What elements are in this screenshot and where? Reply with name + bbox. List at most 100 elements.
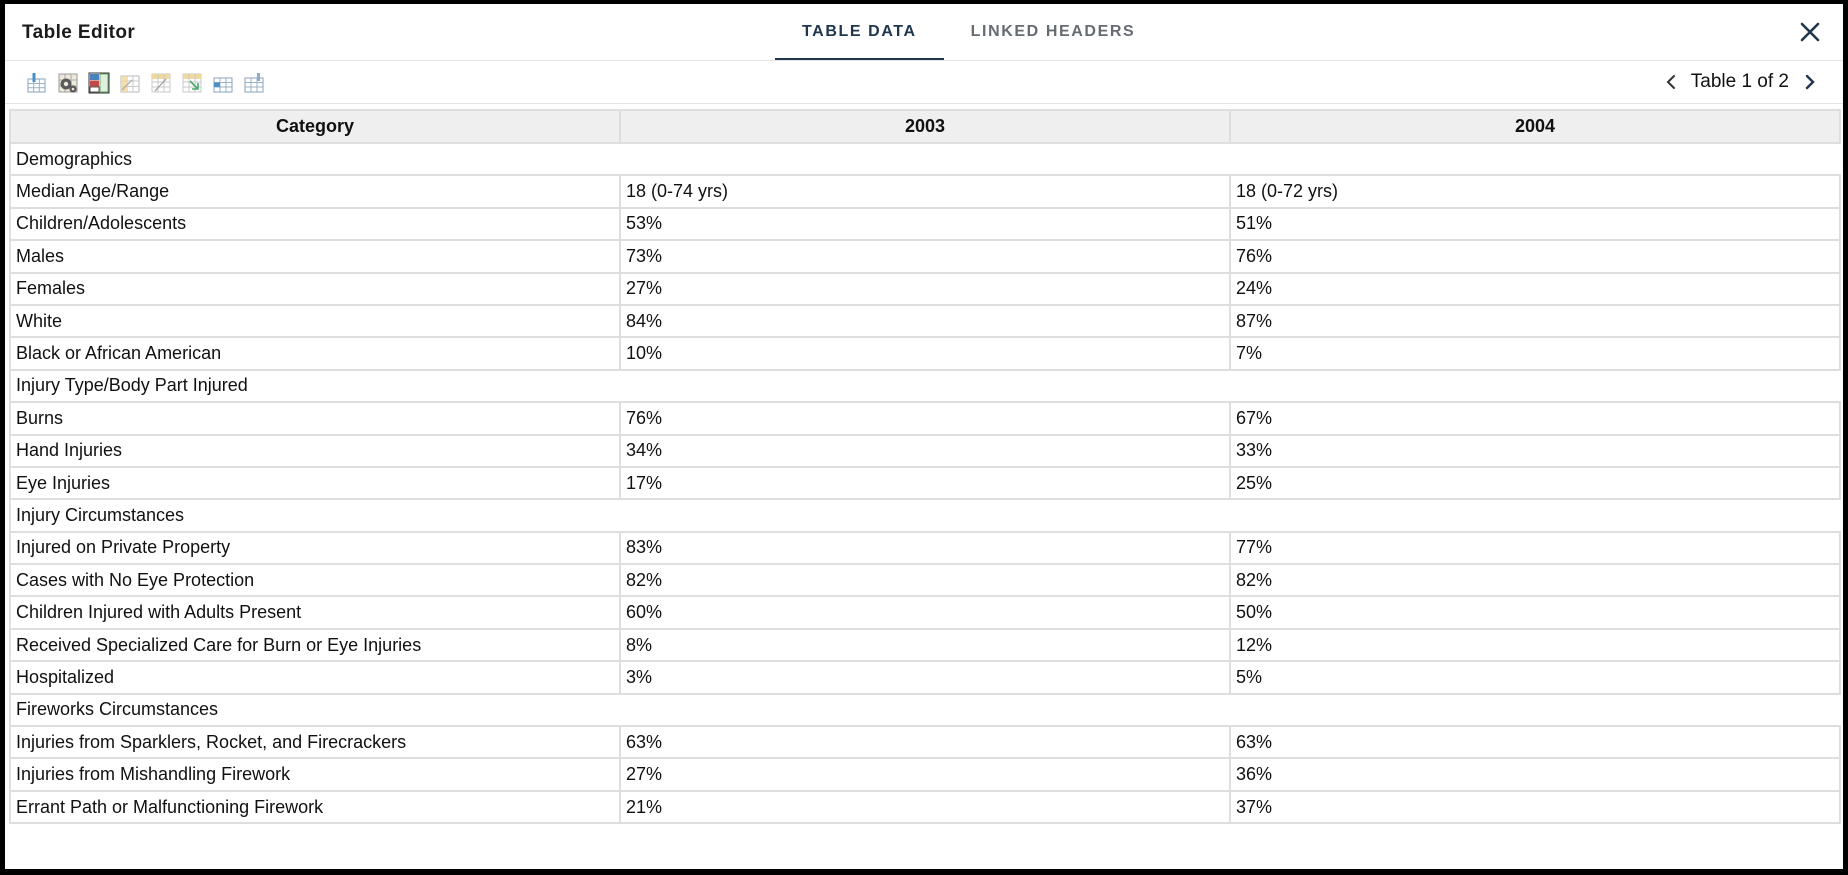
table-cell[interactable]: Injured on Private Property — [9, 530, 621, 566]
table-cell[interactable]: Median Age/Range — [9, 174, 621, 209]
tab-bar: TABLE DATA LINKED HEADERS — [775, 4, 1162, 60]
table-row: Females 27% 24% — [9, 271, 1841, 306]
table-cell[interactable]: 27% — [619, 271, 1231, 306]
table-cell[interactable]: Males — [9, 239, 621, 274]
pager-label: Table 1 of 2 — [1690, 71, 1789, 92]
table-cell[interactable]: 7% — [1229, 336, 1841, 371]
table-pager: Table 1 of 2 — [1663, 69, 1819, 95]
table-cell[interactable]: 51% — [1229, 206, 1841, 242]
table-cell[interactable]: Received Specialized Care for Burn or Ey… — [9, 627, 621, 663]
table-cell[interactable]: 76% — [619, 401, 1231, 436]
table-cell[interactable]: 77% — [1229, 530, 1841, 566]
table-body: Demographics Median Age/Range 18 (0-74 yrs… — [9, 141, 1841, 825]
table-cell[interactable]: 3% — [619, 660, 1231, 695]
table-cell[interactable]: 34% — [619, 433, 1231, 468]
table-cell[interactable]: 8% — [619, 627, 1231, 663]
table-cell[interactable]: Eye Injuries — [9, 465, 621, 501]
tab-linked-headers[interactable]: LINKED HEADERS — [944, 4, 1163, 59]
table-cell[interactable]: Children/Adolescents — [9, 206, 621, 242]
split-cells-icon[interactable] — [149, 71, 173, 95]
section-label[interactable]: Injury Type/Body Part Injured — [9, 368, 1841, 404]
table-row: Hand Injuries 34% 33% — [9, 433, 1841, 468]
table-row: Black or African American 10% 7% — [9, 336, 1841, 371]
table-cell[interactable]: Children Injured with Adults Present — [9, 595, 621, 630]
column-header[interactable]: 2003 — [619, 109, 1231, 144]
table-cell[interactable]: 18 (0-74 yrs) — [619, 174, 1231, 209]
section-row: Fireworks Circumstances — [9, 692, 1841, 728]
table-cell[interactable]: 21% — [619, 789, 1231, 825]
section-row: Injury Circumstances — [9, 498, 1841, 533]
insert-column-icon[interactable] — [25, 71, 49, 95]
table-row: Males 73% 76% — [9, 239, 1841, 274]
merge-cells-icon[interactable] — [118, 71, 142, 95]
table-row: Injured on Private Property 83% 77% — [9, 530, 1841, 566]
column-header[interactable]: 2004 — [1229, 109, 1841, 144]
table-cell[interactable]: 76% — [1229, 239, 1841, 274]
table-row: White 84% 87% — [9, 303, 1841, 339]
section-row: Demographics — [9, 141, 1841, 177]
table-cell[interactable]: 12% — [1229, 627, 1841, 663]
section-label[interactable]: Fireworks Circumstances — [9, 692, 1841, 728]
table-cell[interactable]: 53% — [619, 206, 1231, 242]
dialog-header: Table Editor TABLE DATA LINKED HEADERS — [5, 4, 1843, 61]
table-cell[interactable]: 5% — [1229, 660, 1841, 695]
table-cell[interactable]: 36% — [1229, 757, 1841, 792]
tab-table-data[interactable]: TABLE DATA — [775, 4, 944, 60]
table-cell[interactable]: 17% — [619, 465, 1231, 501]
table-cell[interactable]: 18 (0-72 yrs) — [1229, 174, 1841, 209]
table-container: Category 2003 2004 Demographics Median Ag… — [9, 109, 1841, 825]
data-table: Category 2003 2004 Demographics Median Ag… — [9, 109, 1841, 825]
table-cell[interactable]: Hand Injuries — [9, 433, 621, 468]
delete-column-icon[interactable] — [242, 71, 266, 95]
column-header[interactable]: Category — [9, 109, 621, 144]
table-cell[interactable]: Injuries from Sparklers, Rocket, and Fir… — [9, 725, 621, 760]
table-settings-icon[interactable] — [56, 71, 80, 95]
table-row: Median Age/Range 18 (0-74 yrs) 18 (0-72 yr… — [9, 174, 1841, 209]
insert-row-icon[interactable] — [211, 71, 235, 95]
table-cell[interactable]: Errant Path or Malfunctioning Firework — [9, 789, 621, 825]
table-cell[interactable]: Females — [9, 271, 621, 306]
table-row: Children Injured with Adults Present 60% 5… — [9, 595, 1841, 630]
chevron-left-icon[interactable] — [1663, 71, 1681, 93]
table-cell[interactable]: 37% — [1229, 789, 1841, 825]
table-cell[interactable]: 83% — [619, 530, 1231, 566]
toolbar: Table 1 of 2 — [5, 61, 1843, 104]
table-cell[interactable]: 87% — [1229, 303, 1841, 339]
table-cell[interactable]: 33% — [1229, 433, 1841, 468]
table-header-row: Category 2003 2004 — [9, 109, 1841, 144]
dialog-title: Table Editor — [22, 22, 136, 43]
header-cells-icon[interactable] — [87, 71, 111, 95]
table-cell[interactable]: Burns — [9, 401, 621, 436]
table-cell[interactable]: 84% — [619, 303, 1231, 339]
table-editor-dialog: Table Editor TABLE DATA LINKED HEADERS T… — [5, 4, 1843, 869]
table-cell[interactable]: Cases with No Eye Protection — [9, 563, 621, 598]
table-cell[interactable]: Injuries from Mishandling Firework — [9, 757, 621, 792]
table-cell[interactable]: 63% — [1229, 725, 1841, 760]
close-icon[interactable] — [1799, 21, 1821, 43]
table-cell[interactable]: 50% — [1229, 595, 1841, 630]
table-cell[interactable]: White — [9, 303, 621, 339]
table-cell[interactable]: 10% — [619, 336, 1231, 371]
table-cell[interactable]: 60% — [619, 595, 1231, 630]
table-cell[interactable]: 63% — [619, 725, 1231, 760]
table-cell[interactable]: Black or African American — [9, 336, 621, 371]
table-cell[interactable]: 82% — [1229, 563, 1841, 598]
table-row: Injuries from Sparklers, Rocket, and Fir… — [9, 725, 1841, 760]
table-row: Eye Injuries 17% 25% — [9, 465, 1841, 501]
table-row: Hospitalized 3% 5% — [9, 660, 1841, 695]
table-cell[interactable]: 25% — [1229, 465, 1841, 501]
table-cell[interactable]: 67% — [1229, 401, 1841, 436]
table-row: Injuries from Mishandling Firework 27% 36% — [9, 757, 1841, 792]
table-cell[interactable]: 73% — [619, 239, 1231, 274]
section-label[interactable]: Injury Circumstances — [9, 498, 1841, 533]
select-cells-icon[interactable] — [180, 71, 204, 95]
table-row: Children/Adolescents 53% 51% — [9, 206, 1841, 242]
section-row: Injury Type/Body Part Injured — [9, 368, 1841, 404]
chevron-right-icon[interactable] — [1801, 71, 1819, 93]
section-label[interactable]: Demographics — [9, 141, 1841, 177]
table-cell[interactable]: 27% — [619, 757, 1231, 792]
table-cell[interactable]: 82% — [619, 563, 1231, 598]
table-cell[interactable]: Hospitalized — [9, 660, 621, 695]
table-row: Errant Path or Malfunctioning Firework 21… — [9, 789, 1841, 825]
table-cell[interactable]: 24% — [1229, 271, 1841, 306]
